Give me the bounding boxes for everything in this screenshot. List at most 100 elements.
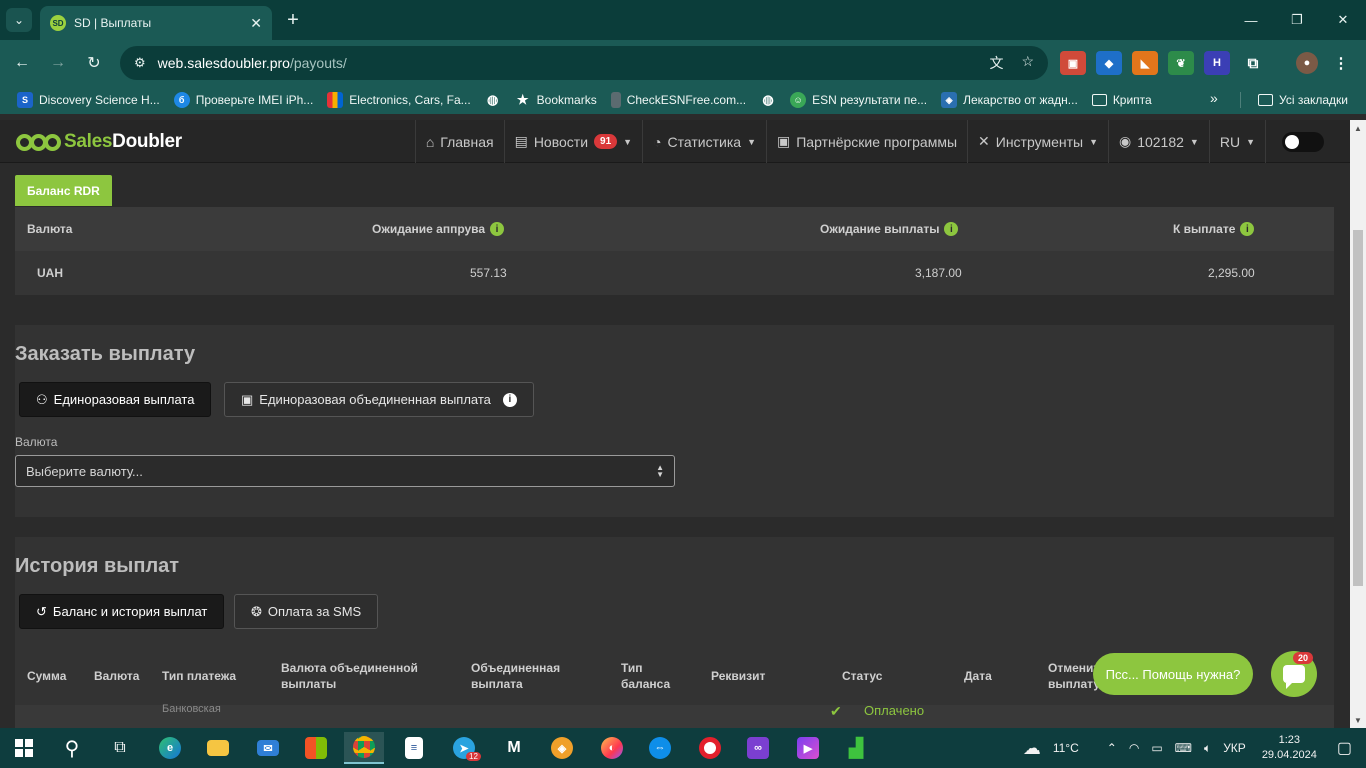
video-editor-icon[interactable]: ▶	[788, 732, 828, 764]
start-button[interactable]	[4, 732, 44, 764]
address-bar[interactable]: ⚙ web.salesdoubler.pro/payouts/ 文 ☆	[120, 46, 1048, 80]
site-info-icon[interactable]: ⚙	[134, 55, 146, 71]
trading-chart-icon[interactable]: ▟	[836, 732, 876, 764]
bookmark-item[interactable]: ☺ ESN результати пе...	[783, 88, 934, 112]
store-icon[interactable]	[296, 732, 336, 764]
bookmark-item[interactable]: б Проверьте IMEI iPh...	[167, 88, 321, 112]
tab-close-icon[interactable]: ✕	[250, 15, 262, 32]
opera-icon[interactable]	[690, 732, 730, 764]
nav-news[interactable]: ▤ Новости 91 ▼	[503, 120, 642, 163]
bookmark-item[interactable]: CheckESNFree.com...	[604, 88, 753, 112]
info-icon[interactable]: i	[502, 392, 517, 407]
cube-icon: ◈	[941, 92, 958, 108]
file-explorer-icon[interactable]	[198, 732, 238, 764]
teamviewer-icon[interactable]: ⇔	[640, 732, 680, 764]
bookmark-item[interactable]: ◍	[753, 88, 783, 112]
task-view-icon[interactable]: ⧉	[100, 732, 140, 764]
search-icon[interactable]: ⚲	[52, 732, 92, 764]
cell-to-payout: 2,295.00	[1208, 266, 1255, 280]
info-icon[interactable]: i	[1240, 222, 1255, 236]
translate-icon[interactable]: 文	[989, 53, 1003, 73]
info-icon[interactable]: i	[490, 222, 505, 236]
notifications-icon[interactable]: ▢	[1327, 738, 1366, 758]
sms-payment-button[interactable]: ❂ Оплата за SMS	[234, 594, 379, 629]
puzzle-extensions-icon[interactable]: ⧉	[1240, 51, 1266, 75]
scroll-up-arrow-icon[interactable]: ▲	[1350, 120, 1366, 136]
network-icon[interactable]: ◠	[1123, 741, 1145, 755]
word-doc-icon[interactable]: ≡	[394, 732, 434, 764]
single-payout-button[interactable]: ⚇ Единоразовая выплата	[19, 382, 212, 417]
col-pending-approval: Ожидание аппрува i	[372, 207, 505, 251]
salesdoubler-logo[interactable]: SalesDoubler	[16, 131, 182, 153]
chevron-up-icon[interactable]: ⌃	[1101, 741, 1123, 755]
cell-currency: UAH	[37, 266, 63, 280]
meet-now-icon[interactable]: ▭	[1145, 741, 1168, 755]
page-scrollbar[interactable]: ▲ ▼	[1350, 120, 1366, 728]
currency-select[interactable]: Выберите валюту... ▲ ▼	[15, 455, 675, 487]
chrome-menu-icon[interactable]: ⋮	[1328, 51, 1354, 75]
bookmark-item[interactable]: S Discovery Science H...	[10, 88, 167, 112]
firefox-icon[interactable]: ◐	[592, 732, 632, 764]
input-language[interactable]: УКР	[1217, 741, 1252, 755]
forward-arrow-icon[interactable]: →	[46, 51, 70, 75]
theme-toggle[interactable]	[1265, 120, 1330, 163]
bookmark-item[interactable]: ◍	[478, 88, 508, 112]
all-bookmarks-folder[interactable]: Усі закладки	[1258, 88, 1348, 112]
m-app-icon[interactable]: M	[494, 732, 534, 764]
keyboard-icon[interactable]: ⌨	[1169, 741, 1198, 755]
reload-icon[interactable]: ↻	[82, 51, 106, 75]
currency-label: Валюта	[15, 435, 58, 449]
info-icon[interactable]: i	[944, 222, 959, 236]
shield-extension-icon[interactable]: ◆	[1096, 51, 1122, 75]
phone-icon	[610, 92, 621, 108]
nav-home[interactable]: ⌂ Главная	[414, 120, 504, 163]
combined-payout-button[interactable]: ▣ Единоразовая объединенная выплата i	[224, 382, 534, 417]
browser-tab-active[interactable]: SD SD | Выплаты ✕	[40, 6, 272, 40]
news-count-badge: 91	[594, 134, 618, 149]
bookmarks-bar: S Discovery Science H... б Проверьте IMEI …	[0, 86, 1366, 114]
extension-icon[interactable]: ▣	[1060, 51, 1086, 75]
back-arrow-icon[interactable]: ←	[10, 51, 34, 75]
restore-button[interactable]: ❐	[1274, 0, 1320, 40]
close-window-button[interactable]: ✕	[1320, 0, 1366, 40]
chrome-icon[interactable]	[344, 732, 384, 764]
nav-statistics[interactable]: ◔ Статистика ▼	[642, 120, 766, 163]
weather-temperature[interactable]: 11°C	[1047, 741, 1101, 755]
system-clock[interactable]: 1:23 29.04.2024	[1252, 733, 1327, 763]
mask-app-icon[interactable]: ∞	[738, 732, 778, 764]
balance-history-button[interactable]: ↺ Баланс и история выплат	[19, 594, 225, 629]
minimize-button[interactable]: —	[1228, 0, 1274, 40]
bookmark-item[interactable]: ★ Bookmarks	[508, 88, 604, 112]
bookmark-item[interactable]: ◈ Лекарство от жадн...	[934, 88, 1085, 112]
h-extension-icon[interactable]: H	[1204, 51, 1230, 75]
scrollbar-thumb[interactable]	[1353, 230, 1363, 586]
help-chat-bubble[interactable]: Псс... Помощь нужна?	[1093, 653, 1253, 695]
metamask-fox-icon[interactable]: ◣	[1132, 51, 1158, 75]
leaf-extension-icon[interactable]: ❦	[1168, 51, 1194, 75]
nav-account[interactable]: ◉ 102182 ▼	[1107, 120, 1209, 163]
chat-icon	[1283, 665, 1305, 689]
edge-icon[interactable]: e	[150, 732, 190, 764]
discovery-icon: S	[17, 92, 33, 108]
scroll-down-arrow-icon[interactable]: ▼	[1350, 712, 1366, 728]
payout-history-panel: История выплат ↺ Баланс и история выплат …	[15, 537, 1334, 728]
url-text[interactable]: web.salesdoubler.pro/payouts/	[158, 55, 978, 71]
new-tab-button[interactable]: +	[282, 8, 304, 32]
bookmark-folder[interactable]: Крипта	[1085, 88, 1159, 112]
dark-mode-switch[interactable]	[1282, 131, 1324, 152]
profile-avatar[interactable]: ●	[1296, 52, 1318, 74]
tab-search-button[interactable]: ⌄	[6, 8, 32, 32]
nav-tools[interactable]: ✕ Инструменты ▼	[967, 120, 1108, 163]
mail-icon[interactable]: ✉	[248, 732, 288, 764]
bookmarks-overflow-icon[interactable]: »	[1210, 90, 1218, 106]
weather-cloud-icon[interactable]: ☁	[1017, 738, 1047, 759]
star-icon: ★	[516, 92, 529, 107]
balance-rdr-tab[interactable]: Баланс RDR	[15, 175, 112, 206]
nav-language[interactable]: RU ▼	[1208, 120, 1265, 163]
bookmark-item[interactable]: Electronics, Cars, Fa...	[320, 88, 477, 112]
bookmark-star-icon[interactable]: ☆	[1021, 53, 1034, 73]
vpn-shield-icon[interactable]: ◈	[542, 732, 582, 764]
telegram-icon[interactable]: ➤ 12	[444, 732, 484, 764]
volume-icon[interactable]: 🔈︎	[1198, 741, 1217, 756]
nav-partner-programs[interactable]: ▣ Партнёрские программы	[765, 120, 967, 163]
